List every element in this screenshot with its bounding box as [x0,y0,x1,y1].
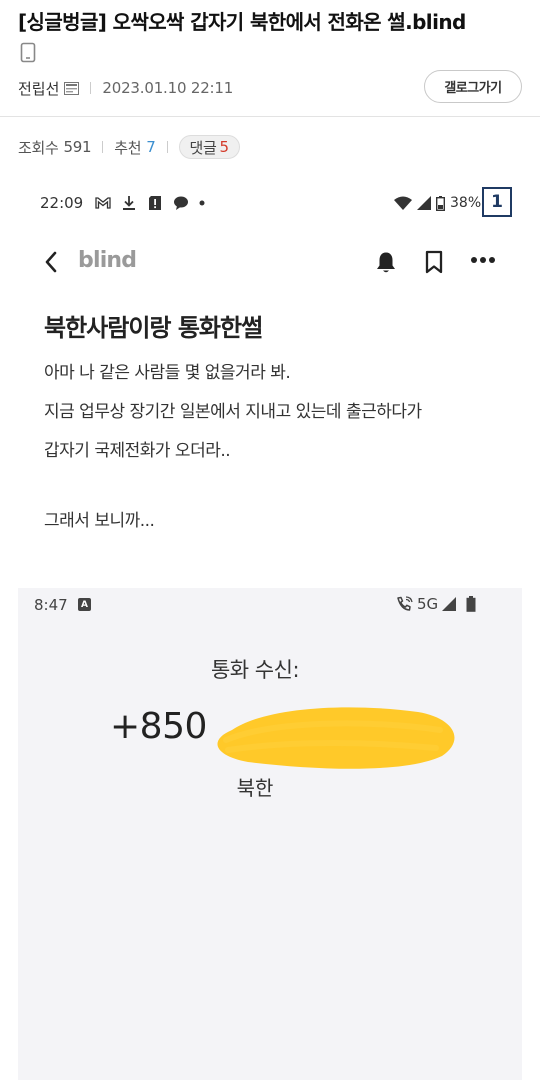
gallog-button[interactable]: 갤로그가기 [424,70,522,103]
chat-icon [174,196,189,210]
embedded-screenshot-blind: 22:09 38% 1 blind 북한사람이랑 통화한썰 아마 나 같은 사람… [18,178,522,558]
separator [90,82,92,94]
more-icon[interactable] [470,256,496,264]
embedded-screenshot-call: 8:47 A 5G 통화 수신: +850 북한 [18,588,522,1080]
call-label: 통화 수신: [210,658,300,682]
battery-icon [466,596,476,612]
author-name[interactable]: 전립선 [18,78,59,99]
status-time: 22:09 [40,194,84,212]
signal-icon [442,597,457,611]
blind-body-line: 그래서 보니까... [44,511,155,531]
battery-icon [436,195,445,211]
header-divider [0,116,540,117]
mobile-icon [20,42,36,63]
post-date: 2023.01.10 22:11 [102,79,234,97]
wifi-icon [394,196,412,210]
status-bar-right: 5G [396,594,480,614]
notification-dot-icon [199,200,205,206]
status-bar: 22:09 [40,192,205,214]
separator [166,141,168,153]
blind-body-line: 갑자기 국제전화가 오더라.. [44,441,231,461]
phone-wifi-icon [397,596,413,611]
alert-icon [149,196,162,210]
post-title: [싱글벙글] 오싹오싹 갑자기 북한에서 전화온 썰.blind [18,10,466,34]
memo-icon [64,81,80,95]
call-location: 북한 [236,776,274,800]
battery-percent: 38% [450,195,482,211]
signal-icon [417,196,431,210]
recommend-label: 추천 [114,138,142,157]
views-count: 591 [63,138,92,156]
stats-row: 조회수 591 추천 7 댓글 5 [18,135,240,159]
bell-icon[interactable] [374,250,398,274]
app-bar: blind [18,242,522,282]
views-label: 조회수 [18,138,59,157]
bookmark-icon[interactable] [424,250,444,274]
blind-post-title: 북한사람이랑 통화한썰 [44,314,263,342]
download-icon [123,196,136,210]
comments-label: 댓글 [189,138,217,157]
back-icon[interactable] [42,250,60,274]
blind-body-line: 아마 나 같은 사람들 몇 없을거라 봐. [44,363,291,383]
status-time: 8:47 [34,596,68,614]
app-brand: blind [78,248,137,273]
author-row: 전립선 2023.01.10 22:11 [18,77,233,99]
separator [102,141,104,153]
comments-pill[interactable]: 댓글 5 [178,135,240,159]
comments-count: 5 [219,138,230,156]
caller-number: +850 [110,706,207,747]
status-bar-right: 38% [394,192,481,214]
blind-body-line: 지금 업무상 장기간 일본에서 지내고 있는데 출근하다가 [44,402,422,422]
redaction-scribble [217,707,455,769]
recommend-count: 7 [146,138,156,156]
a-icon: A [78,598,91,611]
page-number-badge: 1 [482,187,512,217]
mail-icon [95,197,111,209]
network-type: 5G [417,595,439,613]
